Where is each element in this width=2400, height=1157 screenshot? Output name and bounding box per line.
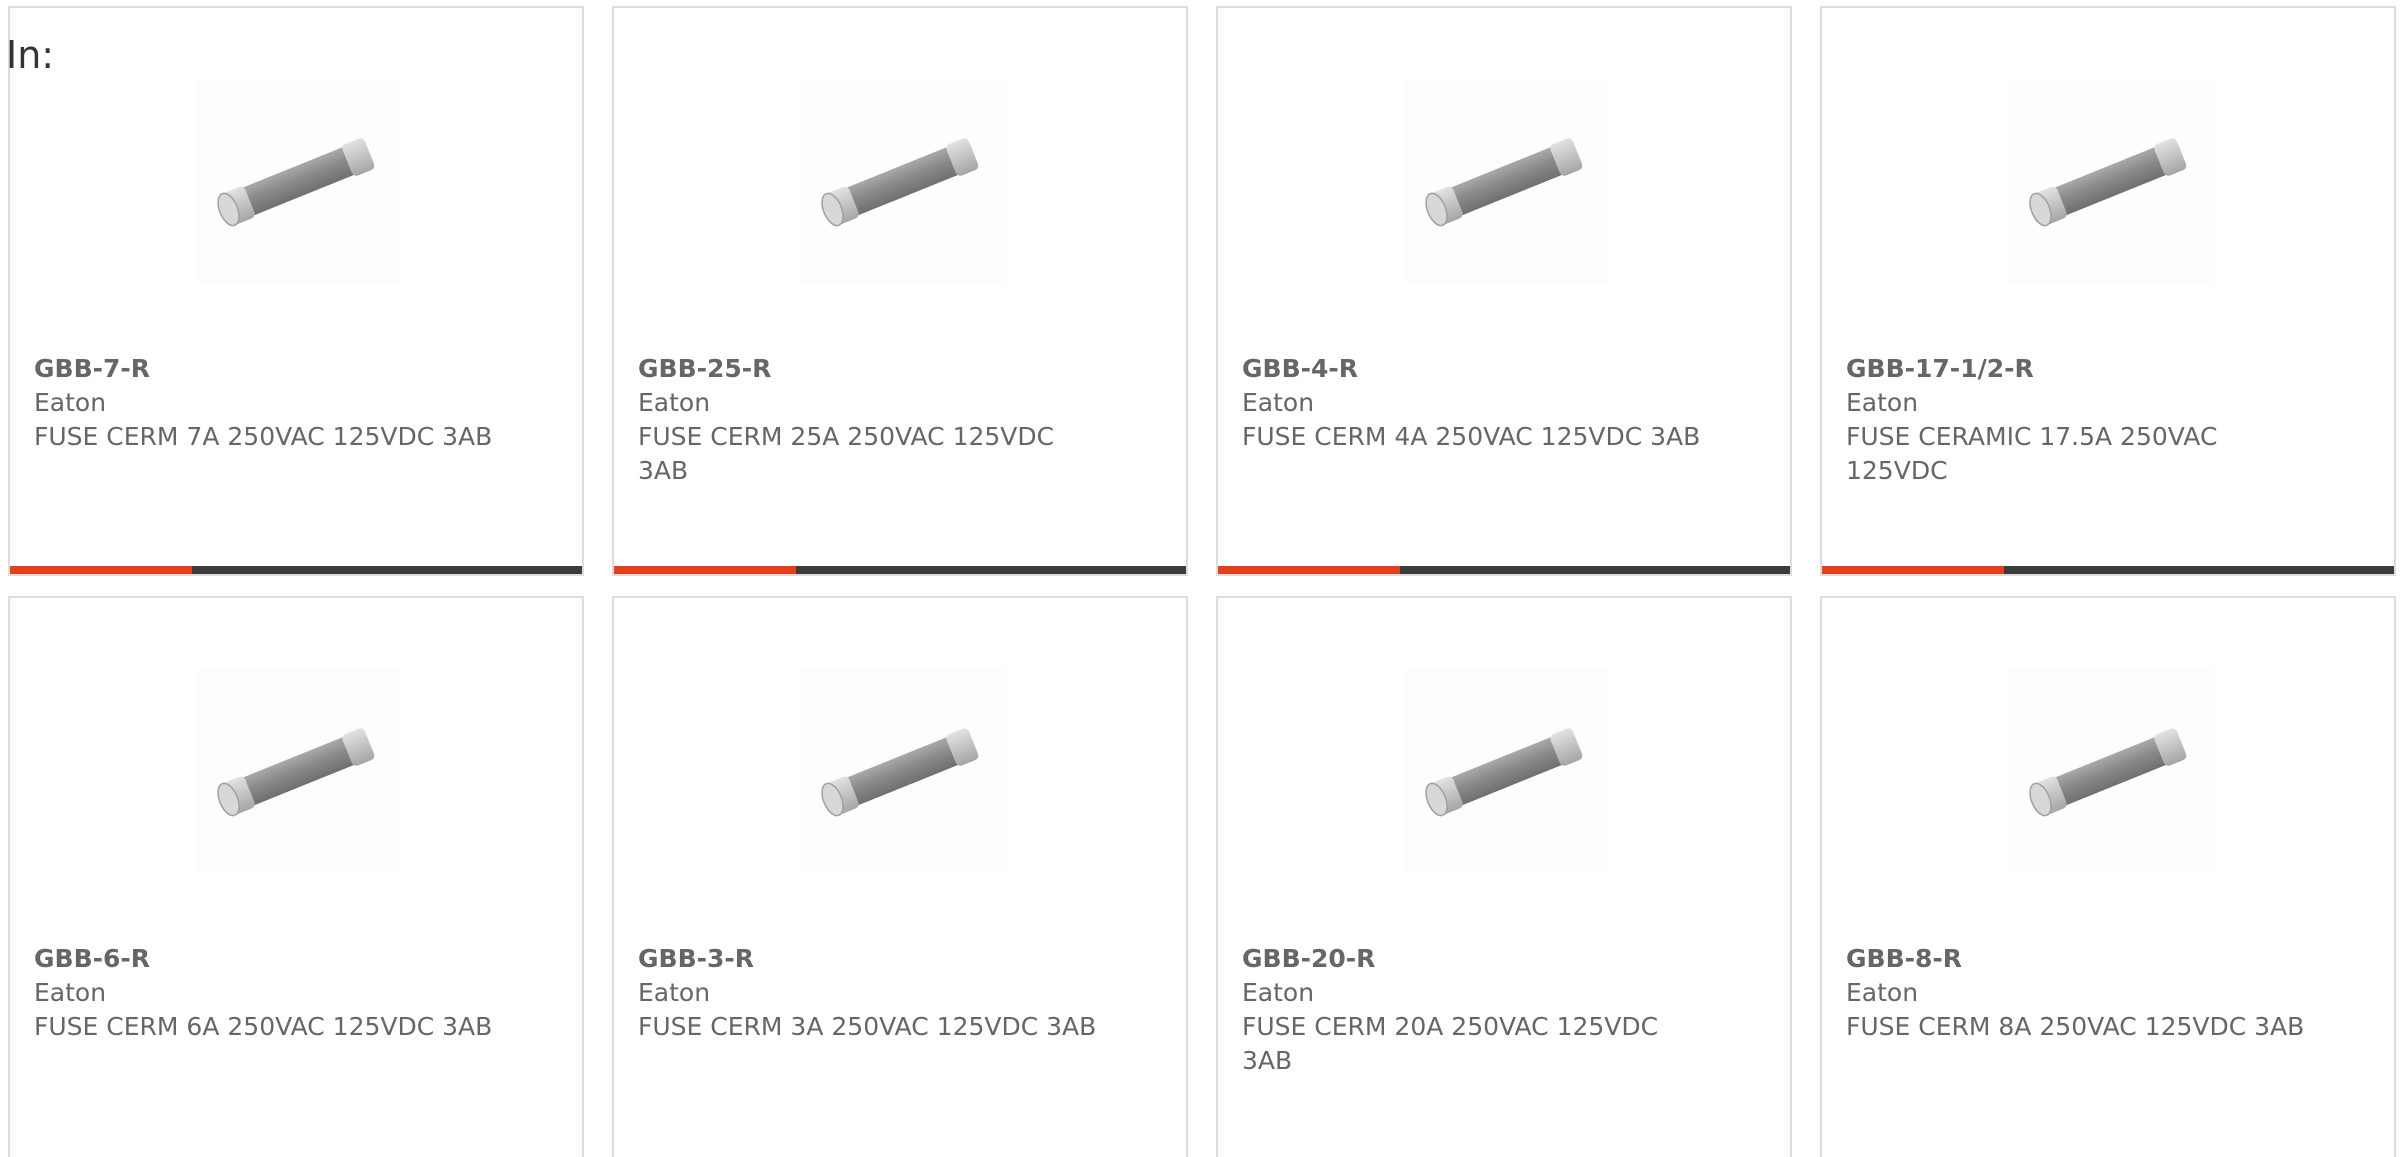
manufacturer: Eaton <box>1242 978 1315 1007</box>
fuse-icon <box>800 668 1006 874</box>
product-card[interactable]: GBB-6-R Eaton FUSE CERM 6A 250VAC 125VDC… <box>8 596 584 1157</box>
part-number[interactable]: GBB-8-R <box>1846 942 2316 976</box>
manufacturer: Eaton <box>1846 978 1919 1007</box>
description: FUSE CERM 20A 250VAC 125VDC 3AB <box>1242 1012 1659 1075</box>
product-card[interactable]: GBB-20-R Eaton FUSE CERM 20A 250VAC 125V… <box>1216 596 1792 1157</box>
manufacturer: Eaton <box>1242 388 1315 417</box>
filter-label: In: <box>6 33 55 77</box>
fuse-icon <box>1404 78 1610 284</box>
manufacturer: Eaton <box>638 388 711 417</box>
manufacturer: Eaton <box>34 388 107 417</box>
part-number[interactable]: GBB-6-R <box>34 942 504 976</box>
manufacturer: Eaton <box>1846 388 1919 417</box>
description: FUSE CERM 3A 250VAC 125VDC 3AB <box>638 1012 1097 1041</box>
part-number[interactable]: GBB-17-1/2-R <box>1846 352 2316 386</box>
product-card[interactable]: GBB-8-R Eaton FUSE CERM 8A 250VAC 125VDC… <box>1820 596 2396 1157</box>
product-card[interactable]: GBB-7-R Eaton FUSE CERM 7A 250VAC 125VDC… <box>8 6 584 576</box>
fuse-icon <box>196 78 402 284</box>
product-info: GBB-25-R Eaton FUSE CERM 25A 250VAC 125V… <box>638 352 1108 488</box>
fuse-icon <box>1404 668 1610 874</box>
product-info: GBB-7-R Eaton FUSE CERM 7A 250VAC 125VDC… <box>34 352 504 454</box>
card-footer-bar <box>10 566 582 574</box>
fuse-icon <box>800 78 1006 284</box>
accent-bar <box>1218 566 1400 574</box>
product-info: GBB-3-R Eaton FUSE CERM 3A 250VAC 125VDC… <box>638 942 1108 1044</box>
product-info: GBB-17-1/2-R Eaton FUSE CERAMIC 17.5A 25… <box>1846 352 2316 488</box>
description: FUSE CERAMIC 17.5A 250VAC 125VDC <box>1846 422 2218 485</box>
accent-bar <box>1822 566 2004 574</box>
description: FUSE CERM 4A 250VAC 125VDC 3AB <box>1242 422 1701 451</box>
card-footer-bar <box>614 566 1186 574</box>
description: FUSE CERM 8A 250VAC 125VDC 3AB <box>1846 1012 2305 1041</box>
part-number[interactable]: GBB-4-R <box>1242 352 1712 386</box>
product-card[interactable]: GBB-3-R Eaton FUSE CERM 3A 250VAC 125VDC… <box>612 596 1188 1157</box>
part-number[interactable]: GBB-3-R <box>638 942 1108 976</box>
card-footer-bar <box>1822 566 2394 574</box>
accent-bar <box>614 566 796 574</box>
part-number[interactable]: GBB-7-R <box>34 352 504 386</box>
manufacturer: Eaton <box>34 978 107 1007</box>
product-info: GBB-20-R Eaton FUSE CERM 20A 250VAC 125V… <box>1242 942 1712 1078</box>
part-number[interactable]: GBB-20-R <box>1242 942 1712 976</box>
description: FUSE CERM 6A 250VAC 125VDC 3AB <box>34 1012 493 1041</box>
manufacturer: Eaton <box>638 978 711 1007</box>
fuse-icon <box>196 668 402 874</box>
product-grid-page: In: GBB-7-R Eaton FUSE CERM 7A 250VAC 12… <box>0 0 2400 1157</box>
fuse-icon <box>2008 668 2214 874</box>
description: FUSE CERM 25A 250VAC 125VDC 3AB <box>638 422 1055 485</box>
card-footer-bar <box>1218 566 1790 574</box>
fuse-icon <box>2008 78 2214 284</box>
product-card[interactable]: GBB-17-1/2-R Eaton FUSE CERAMIC 17.5A 25… <box>1820 6 2396 576</box>
product-card[interactable]: GBB-25-R Eaton FUSE CERM 25A 250VAC 125V… <box>612 6 1188 576</box>
product-info: GBB-4-R Eaton FUSE CERM 4A 250VAC 125VDC… <box>1242 352 1712 454</box>
accent-bar <box>10 566 192 574</box>
product-card[interactable]: GBB-4-R Eaton FUSE CERM 4A 250VAC 125VDC… <box>1216 6 1792 576</box>
product-info: GBB-8-R Eaton FUSE CERM 8A 250VAC 125VDC… <box>1846 942 2316 1044</box>
description: FUSE CERM 7A 250VAC 125VDC 3AB <box>34 422 493 451</box>
product-info: GBB-6-R Eaton FUSE CERM 6A 250VAC 125VDC… <box>34 942 504 1044</box>
part-number[interactable]: GBB-25-R <box>638 352 1108 386</box>
